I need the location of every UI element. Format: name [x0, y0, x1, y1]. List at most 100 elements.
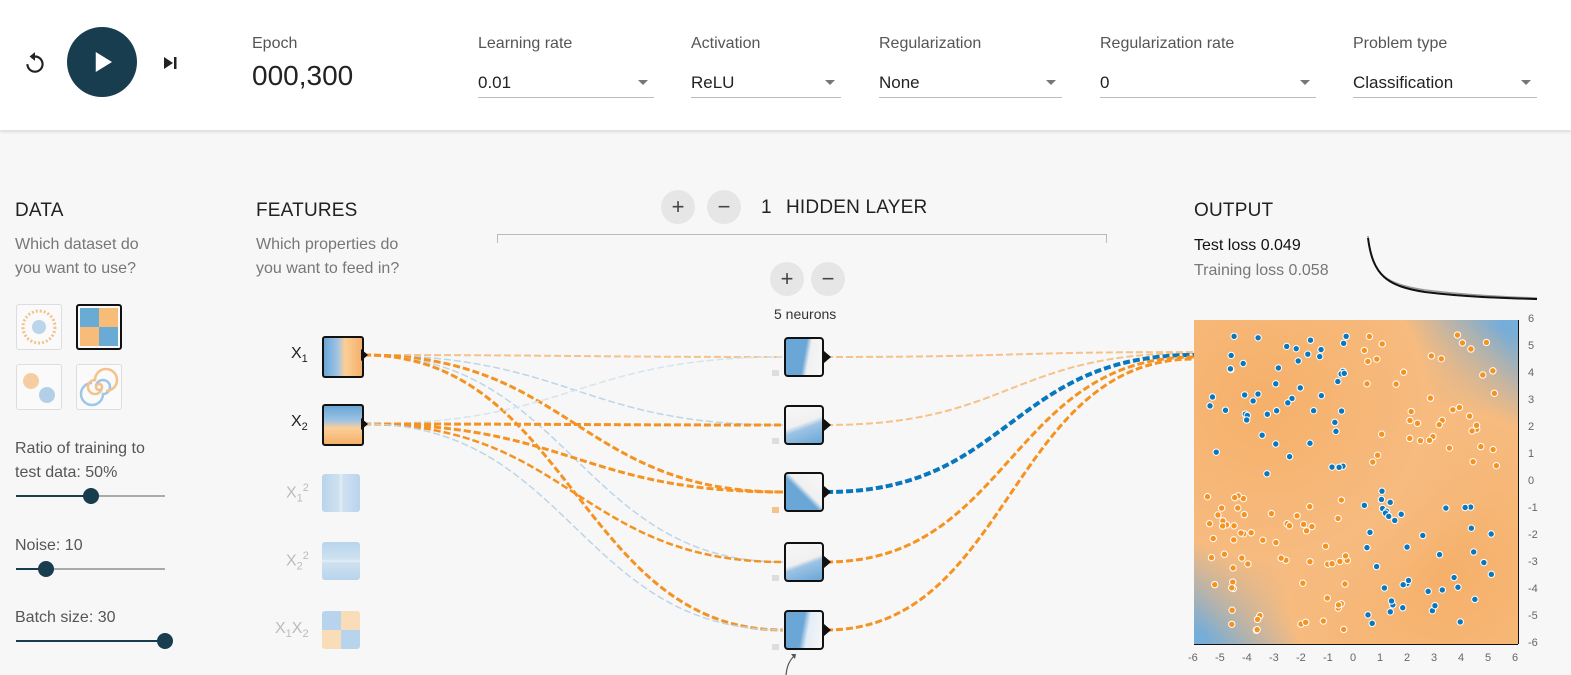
data-point — [1285, 452, 1294, 461]
data-point — [1477, 442, 1485, 451]
remove-neuron-button[interactable]: − — [811, 262, 845, 296]
data-point — [1272, 440, 1280, 448]
data-point — [1306, 336, 1315, 344]
feature-x1[interactable] — [322, 336, 364, 378]
add-layer-button[interactable]: + — [661, 190, 695, 224]
y-tick: -4 — [1528, 583, 1538, 595]
axis-lines-x — [1194, 644, 1518, 645]
y-tick: 2 — [1528, 421, 1535, 433]
data-point — [1487, 530, 1495, 538]
y-tick: 0 — [1528, 475, 1535, 487]
data-point — [1294, 357, 1302, 365]
data-point — [1203, 492, 1212, 501]
data-point — [1399, 368, 1408, 376]
hidden-layer-count: 1 — [761, 197, 772, 218]
add-neuron-button[interactable]: + — [770, 262, 804, 296]
x-tick: -4 — [1242, 652, 1252, 664]
data-point — [1392, 380, 1400, 388]
pointer-arrow-icon — [785, 654, 796, 675]
data-point — [1467, 524, 1476, 532]
feature-x1-output-arrow — [361, 349, 368, 361]
feature-x1x2-label: X1X2 — [275, 620, 309, 641]
remove-layer-button[interactable]: − — [707, 190, 741, 224]
neuron-4[interactable] — [784, 542, 824, 582]
data-point — [1337, 407, 1346, 415]
data-point — [1328, 463, 1336, 471]
feature-x2-output-arrow — [361, 418, 368, 430]
data-point — [1254, 390, 1262, 398]
data-point — [1403, 543, 1411, 551]
data-point — [1471, 595, 1479, 604]
data-point — [1230, 493, 1239, 502]
data-point — [1469, 548, 1478, 556]
data-point — [1419, 531, 1427, 540]
feature-x1-squared[interactable] — [322, 474, 360, 512]
data-point — [1304, 350, 1312, 358]
data-point — [1253, 615, 1262, 624]
neuron-3[interactable] — [784, 472, 824, 512]
data-point — [1406, 434, 1414, 443]
x-tick: 3 — [1431, 652, 1438, 664]
neuron-arrows — [824, 351, 831, 636]
y-tick: -5 — [1528, 610, 1538, 622]
data-point — [1363, 380, 1371, 388]
data-point — [1378, 340, 1386, 348]
data-point — [1364, 357, 1372, 366]
y-tick: 3 — [1528, 394, 1535, 406]
x-tick: 1 — [1377, 652, 1384, 664]
data-point — [1386, 498, 1394, 507]
data-point — [1363, 543, 1371, 552]
neurons-count: 5 neurons — [774, 306, 837, 322]
neuron-2[interactable] — [784, 405, 824, 445]
neuron-5[interactable] — [784, 610, 824, 650]
data-point — [1272, 407, 1281, 415]
data-point — [1299, 579, 1307, 587]
data-point — [1407, 407, 1415, 416]
data-point — [1228, 584, 1236, 592]
data-point — [1302, 527, 1311, 535]
x-tick: 4 — [1458, 652, 1465, 664]
data-point — [1461, 503, 1469, 512]
data-point — [1211, 580, 1219, 589]
data-point — [1378, 487, 1386, 495]
data-point — [1339, 339, 1348, 347]
feature-x1-label: X1 — [291, 345, 308, 366]
data-point — [1458, 339, 1467, 347]
data-point — [1385, 512, 1393, 521]
data-point — [1228, 620, 1236, 628]
data-point — [1437, 355, 1446, 363]
data-point — [1238, 554, 1246, 562]
y-tick: 5 — [1528, 340, 1535, 352]
data-point — [1406, 416, 1414, 425]
data-point — [1404, 576, 1413, 585]
y-tick: 4 — [1528, 367, 1535, 379]
data-point — [1492, 461, 1501, 470]
data-point — [1208, 393, 1217, 401]
data-point — [1205, 519, 1214, 528]
data-point — [1341, 552, 1350, 560]
x-tick: 2 — [1404, 652, 1411, 664]
data-point — [1331, 418, 1339, 427]
data-point — [1369, 458, 1377, 466]
data-point — [1217, 504, 1226, 512]
data-point — [1472, 421, 1481, 430]
x-tick: 5 — [1485, 652, 1492, 664]
data-point — [1239, 359, 1247, 368]
output-heatmap — [1194, 320, 1518, 644]
feature-x1x2[interactable] — [322, 611, 360, 649]
data-point — [1328, 560, 1336, 568]
neuron-1[interactable] — [784, 337, 824, 377]
data-point — [1480, 558, 1488, 567]
data-point — [1220, 550, 1229, 558]
data-point — [1230, 522, 1238, 530]
y-tick: -1 — [1528, 502, 1538, 514]
data-point — [1319, 617, 1328, 625]
y-axis-ticks: 6 5 4 3 2 1 0 -1 -2 -3 -4 -5 -6 — [1522, 313, 1552, 653]
data-point — [1316, 352, 1324, 361]
data-point — [1214, 511, 1222, 519]
feature-x2-squared[interactable] — [322, 542, 360, 580]
x-tick: -5 — [1215, 652, 1225, 664]
data-point — [1456, 618, 1464, 626]
data-point — [1380, 584, 1389, 592]
feature-x2[interactable] — [322, 404, 364, 446]
